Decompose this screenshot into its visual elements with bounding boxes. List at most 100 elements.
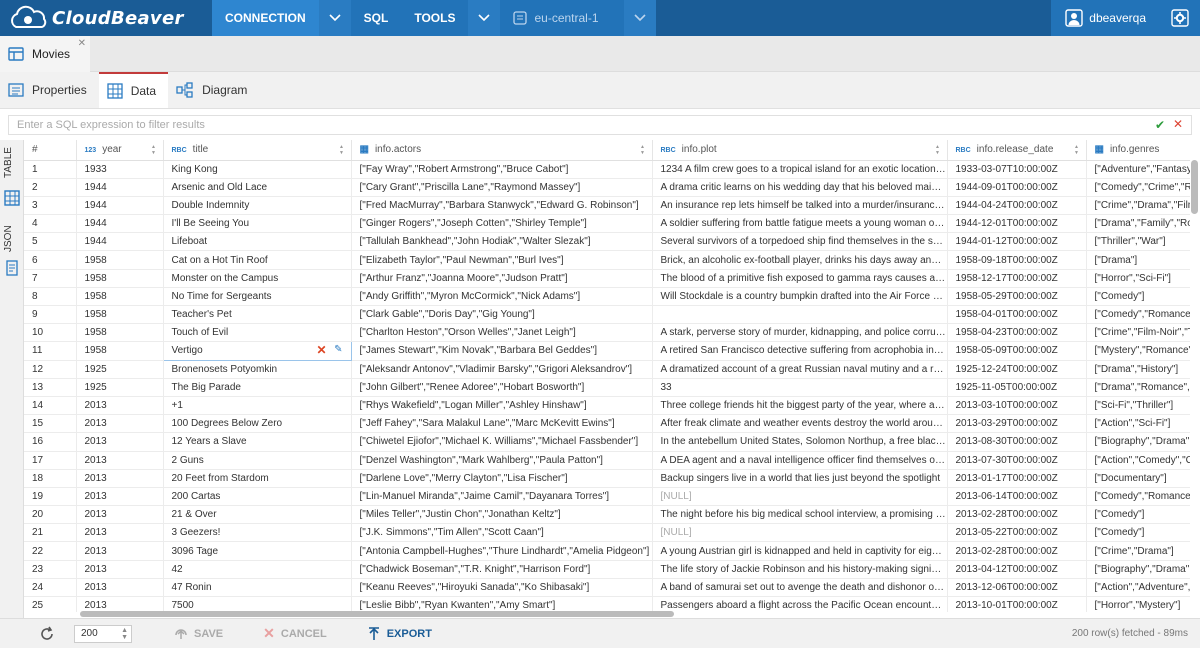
cell-info-genres[interactable]: ["Comedy","Crime","Romance"] [1086,178,1190,197]
cell-year[interactable]: 1958 [76,341,164,361]
cell-title[interactable]: 3 Geezers! [163,523,352,543]
cell-year[interactable]: 1958 [76,305,164,325]
row-number-cell[interactable]: 1 [24,160,77,179]
cell-year[interactable]: 1944 [76,232,164,252]
row-limit-input[interactable]: 200 ▲ ▼ [74,624,132,643]
cell-title[interactable]: Lifeboat [163,232,352,252]
cell-title[interactable]: 100 Degrees Below Zero [163,414,352,434]
cell-info-genres[interactable]: ["Drama","History"] [1086,360,1190,379]
table-row[interactable]: 15 2013 100 Degrees Below Zero ["Jeff Fahey… [24,414,1190,434]
clear-x-icon[interactable]: ✕ [1173,117,1183,131]
column-header-0[interactable]: # [24,140,77,161]
cell-year[interactable]: 1925 [76,360,164,379]
row-number-cell[interactable]: 7 [24,269,77,288]
table-row[interactable]: 19 2013 200 Cartas ["Lin-Manuel Miranda","J… [24,487,1190,507]
table-row[interactable]: 16 2013 12 Years a Slave ["Chiwetel Ejiofor… [24,432,1190,452]
column-header-2[interactable]: RBC title ▲▼ [163,140,352,161]
cell-title[interactable]: +1 [163,396,352,416]
cell-info-genres[interactable]: ["Comedy"] [1086,287,1190,307]
cell-info-genres[interactable]: ["Comedy","Romance"] [1086,487,1190,507]
row-number-cell[interactable]: 19 [24,487,77,507]
region-selector[interactable]: eu-central-1 [500,0,625,36]
cell-info-release-date[interactable]: 1944-12-01T00:00:00Z [947,214,1087,234]
cell-title[interactable]: 20 Feet from Stardom [163,469,352,488]
row-number-cell[interactable]: 25 [24,596,77,612]
cell-info-actors[interactable]: ["Chiwetel Ejiofor","Michael K. Williams… [351,432,653,452]
row-number-cell[interactable]: 6 [24,250,77,270]
cell-info-plot[interactable]: 1234 A film crew goes to a tropical isla… [652,160,948,179]
cell-info-genres[interactable]: ["Mystery","Romance","Thriller"] [1086,341,1190,361]
sql-menu[interactable]: SQL [350,0,402,36]
cell-info-genres[interactable]: ["Horror","Mystery"] [1086,596,1190,612]
table-row[interactable]: 17 2013 2 Guns ["Denzel Washington","Mark W… [24,451,1190,470]
column-header-5[interactable]: RBC info.release_date ▲▼ [947,140,1087,161]
row-number-cell[interactable]: 3 [24,196,77,216]
cell-info-plot[interactable]: An insurance rep lets himself be talked … [652,196,948,216]
cell-info-actors[interactable]: ["Ginger Rogers","Joseph Cotten","Shirle… [351,214,653,234]
cell-info-genres[interactable]: ["Thriller","War"] [1086,232,1190,252]
cell-title[interactable]: 12 Years a Slave [163,432,352,452]
cell-info-genres[interactable]: ["Action","Adventure","Fantasy"] [1086,578,1190,598]
row-number-cell[interactable]: 17 [24,451,77,470]
cell-year[interactable]: 2013 [76,469,164,488]
row-number-cell[interactable]: 23 [24,560,77,579]
table-row[interactable]: 13 1925 The Big Parade ["John Gilbert","Ren… [24,378,1190,397]
table-row[interactable]: 25 2013 7500 ["Leslie Bibb","Ryan Kwanten",… [24,596,1190,612]
cell-info-release-date[interactable]: 2013-03-29T00:00:00Z [947,414,1087,434]
cell-year[interactable]: 1958 [76,323,164,343]
cell-info-genres[interactable]: ["Sci-Fi","Thriller"] [1086,396,1190,416]
cell-title[interactable]: 7500 [163,596,352,612]
row-number-cell[interactable]: 2 [24,178,77,197]
cell-info-plot[interactable]: The night before his big medical school … [652,505,948,525]
table-row[interactable]: 24 2013 47 Ronin ["Keanu Reeves","Hiroyuki … [24,578,1190,598]
cell-info-genres[interactable]: ["Biography","Drama","History"] [1086,432,1190,452]
table-row[interactable]: 8 1958 No Time for Sergeants ["Andy Griffit… [24,287,1190,307]
table-row[interactable]: 2 1944 Arsenic and Old Lace ["Cary Grant","… [24,178,1190,197]
cell-info-genres[interactable]: ["Comedy","Romance"] [1086,305,1190,325]
row-number-cell[interactable]: 10 [24,323,77,343]
vertical-scrollbar[interactable] [1191,160,1198,214]
cell-info-release-date[interactable]: 1958-04-01T00:00:00Z [947,305,1087,325]
cell-info-plot[interactable] [652,305,948,325]
cell-info-plot[interactable]: The life story of Jackie Robinson and hi… [652,560,948,579]
cell-title[interactable]: Monster on the Campus [163,269,352,288]
row-number-cell[interactable]: 11 [24,341,77,361]
refresh-icon[interactable] [38,625,56,643]
tools-chevron-down-icon[interactable] [468,0,501,36]
cell-info-actors[interactable]: ["Darlene Love","Merry Clayton","Lisa Fi… [351,469,653,488]
sort-icon[interactable]: ▲▼ [151,144,157,156]
cell-info-actors[interactable]: ["James Stewart","Kim Novak","Barbara Be… [351,341,653,361]
cell-year[interactable]: 2013 [76,487,164,507]
cell-year[interactable]: 1958 [76,269,164,288]
table-row[interactable]: 18 2013 20 Feet from Stardom ["Darlene Love… [24,469,1190,488]
cell-info-plot[interactable]: [NULL] [652,523,948,543]
cell-year[interactable]: 2013 [76,596,164,612]
cell-info-release-date[interactable]: 2013-10-01T00:00:00Z [947,596,1087,612]
cell-info-actors[interactable]: ["Fay Wray","Robert Armstrong","Bruce Ca… [351,160,653,179]
cell-info-release-date[interactable]: 2013-04-12T00:00:00Z [947,560,1087,579]
cell-info-release-date[interactable]: 2013-02-28T00:00:00Z [947,541,1087,561]
cell-info-genres[interactable]: ["Action","Comedy","Crime"] [1086,451,1190,470]
row-number-cell[interactable]: 21 [24,523,77,543]
cell-info-genres[interactable]: ["Adventure","Fantasy","Horror"] [1086,160,1190,179]
cell-info-plot[interactable]: After freak climate and weather events d… [652,414,948,434]
row-number-cell[interactable]: 20 [24,505,77,525]
cell-info-plot[interactable]: Will Stockdale is a country bumpkin draf… [652,287,948,307]
cell-info-actors[interactable]: ["Denzel Washington","Mark Wahlberg","Pa… [351,451,653,470]
cell-info-actors[interactable]: ["Jeff Fahey","Sara Malakul Lane","Marc … [351,414,653,434]
grid-view-icon[interactable] [4,190,20,206]
cell-info-plot[interactable]: Backup singers live in a world that lies… [652,469,948,488]
cell-year[interactable]: 2013 [76,560,164,579]
open-editor-pencil-icon[interactable]: ✎ [334,344,342,355]
sort-icon[interactable]: ▲▼ [339,144,345,156]
json-view-toggle[interactable]: JSON [3,225,14,252]
cell-info-plot[interactable]: A retired San Francisco detective suffer… [652,341,948,361]
cell-info-release-date[interactable]: 1958-05-09T00:00:00Z [947,341,1087,361]
cell-info-release-date[interactable]: 1958-05-29T00:00:00Z [947,287,1087,307]
cell-title[interactable]: 200 Cartas [163,487,352,507]
connection-chevron-down-icon[interactable] [318,0,351,36]
cell-info-plot[interactable]: 33 [652,378,948,397]
row-number-cell[interactable]: 9 [24,305,77,325]
cell-info-actors[interactable]: ["Lin-Manuel Miranda","Jaime Camil","Day… [351,487,653,507]
cell-year[interactable]: 2013 [76,396,164,416]
